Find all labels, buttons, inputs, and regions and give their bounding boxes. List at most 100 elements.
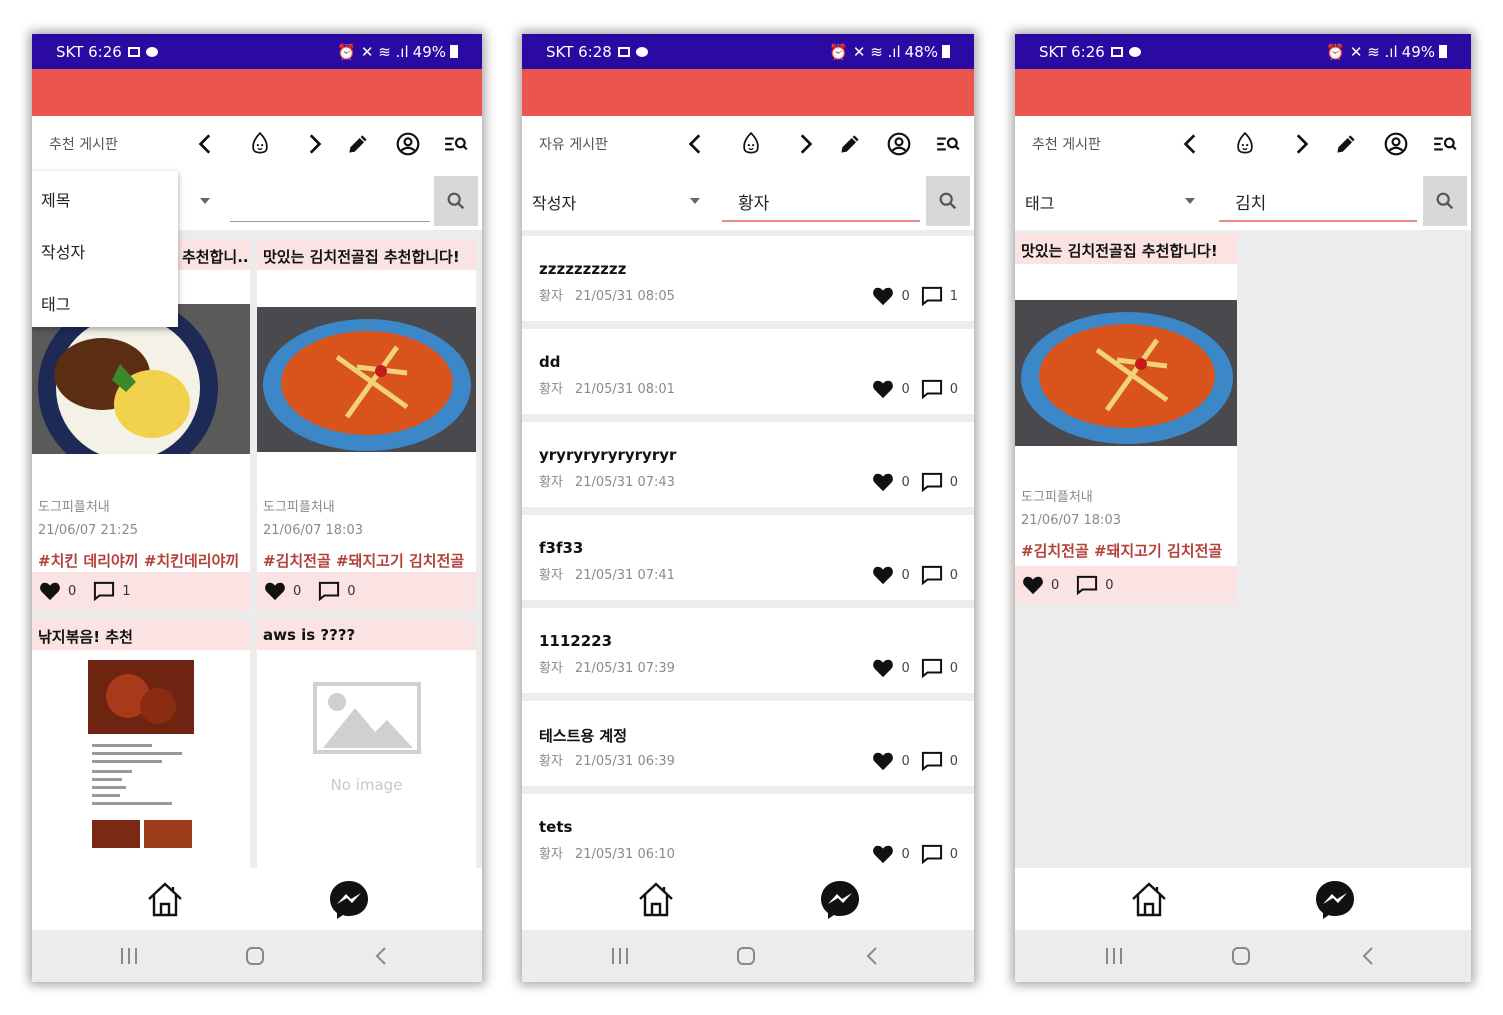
search-button[interactable] [1423,176,1467,226]
food-photo[interactable] [257,307,476,452]
comment-icon[interactable] [317,579,341,603]
recent-apps-icon[interactable] [1102,944,1126,968]
post-card[interactable]: 맛있는 김치전골집 추천합니다! 도그피플처내 21/06/07 18:03 #… [1015,234,1237,604]
card-tags[interactable]: #김치전골 #돼지고기 김치전골 [1021,540,1222,561]
back-icon[interactable] [860,944,884,968]
messenger-icon[interactable] [328,878,370,920]
status-right: ⏰ ✕ ≋ .ıl 49% [1326,43,1447,61]
back-icon[interactable] [369,944,393,968]
mascot-icon[interactable] [737,130,765,158]
heart-icon[interactable] [871,377,895,401]
comment-icon[interactable] [920,470,944,494]
dropdown-option-tag[interactable]: 태그 [32,275,178,327]
card-tags[interactable]: #김치전골 #돼지고기 김치전골 [263,550,464,571]
post-row[interactable]: zzzzzzzzzz 황자 21/05/31 08:05 0 1 [522,236,974,321]
comment-icon[interactable] [920,656,944,680]
post-row[interactable]: tets 황자 21/05/31 06:10 0 0 [522,794,974,870]
search-type-select[interactable]: 태그 [1025,190,1054,214]
heart-icon[interactable] [871,563,895,587]
heart-icon[interactable] [1021,573,1045,597]
post-date: 21/05/31 07:43 [574,475,675,490]
mascot-icon[interactable] [246,130,274,158]
dropdown-option-title[interactable]: 제목 [32,171,178,223]
search-type-select[interactable]: 작성자 [532,190,576,214]
post-row[interactable]: 1112223 황자 21/05/31 07:39 0 0 [522,608,974,693]
chevron-down-icon[interactable] [690,198,700,204]
comment-icon[interactable] [920,377,944,401]
post-title: 1112223 [539,632,613,650]
chevron-down-icon[interactable] [1185,198,1195,204]
post-card[interactable]: aws is ???? No image [257,620,476,870]
post-card[interactable]: 낚지볶음! 추천 [32,620,250,870]
comment-icon[interactable] [920,284,944,308]
board-title: 자유 게시판 [539,137,608,153]
heart-icon[interactable] [263,579,287,603]
post-row[interactable]: yryryryryryryryr 황자 21/05/31 07:43 0 0 [522,422,974,507]
home-circle-icon[interactable] [1229,944,1253,968]
chevron-right-icon[interactable] [791,130,819,158]
pencil-icon[interactable] [1332,130,1360,158]
chevron-down-icon[interactable] [200,198,210,204]
heart-icon[interactable] [38,579,62,603]
home-icon[interactable] [1128,878,1170,920]
post-row[interactable]: f3f33 황자 21/05/31 07:41 0 0 [522,515,974,600]
profile-icon[interactable] [885,130,913,158]
heart-icon[interactable] [871,470,895,494]
heart-icon[interactable] [871,284,895,308]
card-tags[interactable]: #치킨 데리야끼 #치킨데리야끼 [38,550,239,571]
post-row[interactable]: 테스트용 계정 황자 21/05/31 06:39 0 0 [522,701,974,786]
comment-count: 0 [949,381,958,397]
comment-icon[interactable] [920,563,944,587]
card-title: 맛있는 김치전골집 추천합니다! [257,240,476,270]
post-row[interactable]: dd 황자 21/05/31 08:01 0 0 [522,329,974,414]
recent-apps-icon[interactable] [117,944,141,968]
search-list-icon[interactable] [1431,130,1459,158]
search-list-icon[interactable] [934,130,962,158]
post-meta: 황자 21/05/31 06:39 [539,750,675,769]
chevron-left-icon[interactable] [682,130,710,158]
comment-icon[interactable] [92,579,116,603]
app-bar [32,69,482,116]
search-list-icon[interactable] [442,130,470,158]
heart-icon[interactable] [871,656,895,680]
recipe-screenshot[interactable] [88,660,194,860]
search-input[interactable] [722,182,920,222]
chevron-left-icon[interactable] [1177,130,1205,158]
pencil-icon[interactable] [344,130,372,158]
food-photo[interactable] [1015,300,1237,446]
chevron-right-icon[interactable] [1287,130,1315,158]
home-circle-icon[interactable] [734,944,758,968]
heart-icon[interactable] [871,749,895,773]
phone-screen-recommend-board: SKT 6:26 ⏰ ✕ ≋ .ıl 49% 추천 게시판 제목 작성자 태그 [32,34,482,982]
home-icon[interactable] [635,878,677,920]
comment-count: 0 [949,753,958,769]
search-row: 태그 [1015,174,1471,228]
dropdown-option-author[interactable]: 작성자 [32,223,178,275]
chevron-left-icon[interactable] [192,130,220,158]
comment-count: 0 [347,583,356,599]
profile-icon[interactable] [394,130,422,158]
comment-icon[interactable] [920,749,944,773]
heart-icon[interactable] [871,842,895,866]
recent-apps-icon[interactable] [608,944,632,968]
comment-icon[interactable] [920,842,944,866]
home-icon[interactable] [144,878,186,920]
messenger-icon[interactable] [819,878,861,920]
image-placeholder-icon [313,682,421,754]
search-input[interactable] [1219,182,1417,222]
search-button[interactable] [434,176,478,226]
mascot-icon[interactable] [1231,130,1259,158]
profile-icon[interactable] [1382,130,1410,158]
chevron-right-icon[interactable] [300,130,328,158]
messenger-icon[interactable] [1314,878,1356,920]
comment-icon[interactable] [1075,573,1099,597]
post-card[interactable]: 맛있는 김치전골집 추천합니다! 도그피플처내 21/06/07 18:03 #… [257,240,476,610]
card-author: 도그피플처내 [1021,490,1093,505]
board-title: 추천 게시판 [1032,137,1101,153]
search-input[interactable] [230,182,430,222]
search-button[interactable] [926,176,970,226]
home-circle-icon[interactable] [243,944,267,968]
post-meta: 황자 21/05/31 08:05 [539,285,675,304]
back-icon[interactable] [1356,944,1380,968]
pencil-icon[interactable] [836,130,864,158]
